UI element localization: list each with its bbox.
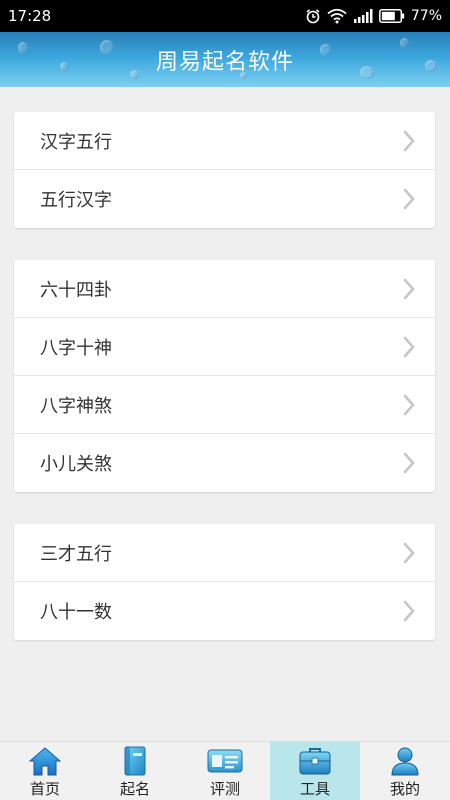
tab-tools[interactable]: 工具 [270,742,360,800]
tools-list: 汉字五行 五行汉字 六十四卦 八字十神 八字神煞 小儿关煞 三才五行 八十一数 [0,87,450,742]
bottom-tab-bar: 首页 起名 评测 工具 我的 [0,741,450,800]
app-header: 周易起名软件 [0,32,450,87]
home-icon [29,745,61,777]
tab-evaluation[interactable]: 评测 [180,742,270,800]
tab-mine[interactable]: 我的 [360,742,450,800]
list-item-label: 三才五行 [40,543,112,565]
status-bar: 17:28 77% [0,0,450,32]
list-item-label: 八字神煞 [40,395,112,417]
list-item[interactable]: 三才五行 [14,524,435,582]
chevron-right-icon [403,130,415,152]
list-item[interactable]: 五行汉字 [14,170,435,228]
tab-label: 起名 [119,780,150,798]
id-card-icon [207,745,243,777]
user-icon [389,745,421,777]
battery-percent: 77% [410,8,442,24]
chevron-right-icon [403,542,415,564]
tab-label: 我的 [389,780,420,798]
wifi-icon [327,8,347,24]
list-item-label: 小儿关煞 [40,454,112,475]
tab-naming[interactable]: 起名 [90,742,180,800]
chevron-right-icon [403,452,415,474]
tool-group-2: 六十四卦 八字十神 八字神煞 小儿关煞 [14,260,435,492]
tool-group-3: 三才五行 八十一数 [14,524,435,640]
tab-label: 首页 [29,780,60,798]
chevron-right-icon [403,394,415,416]
status-icons: 77% [305,8,442,24]
briefcase-icon [298,745,332,777]
list-item[interactable]: 汉字五行 [14,112,435,170]
battery-icon [378,9,405,23]
page-title: 周易起名软件 [155,49,294,75]
tab-home[interactable]: 首页 [0,742,90,800]
signal-icon [353,9,373,23]
status-time: 17:28 [8,7,52,25]
book-icon [122,745,148,777]
list-item[interactable]: 八字神煞 [14,376,435,434]
list-item[interactable]: 六十四卦 [14,260,435,318]
list-item[interactable]: 小儿关煞 [14,434,435,492]
list-item-label: 汉字五行 [40,131,112,153]
list-item-label: 八十一数 [40,602,112,623]
list-item-label: 八字十神 [40,337,112,359]
chevron-right-icon [403,336,415,358]
list-item-label: 五行汉字 [40,190,112,211]
tab-label: 评测 [209,780,240,798]
tool-group-1: 汉字五行 五行汉字 [14,112,435,228]
list-item[interactable]: 八十一数 [14,582,435,640]
tab-label: 工具 [299,780,330,798]
chevron-right-icon [403,278,415,300]
alarm-icon [305,8,321,24]
chevron-right-icon [403,600,415,622]
chevron-right-icon [403,188,415,210]
list-item-label: 六十四卦 [40,279,112,301]
list-item[interactable]: 八字十神 [14,318,435,376]
